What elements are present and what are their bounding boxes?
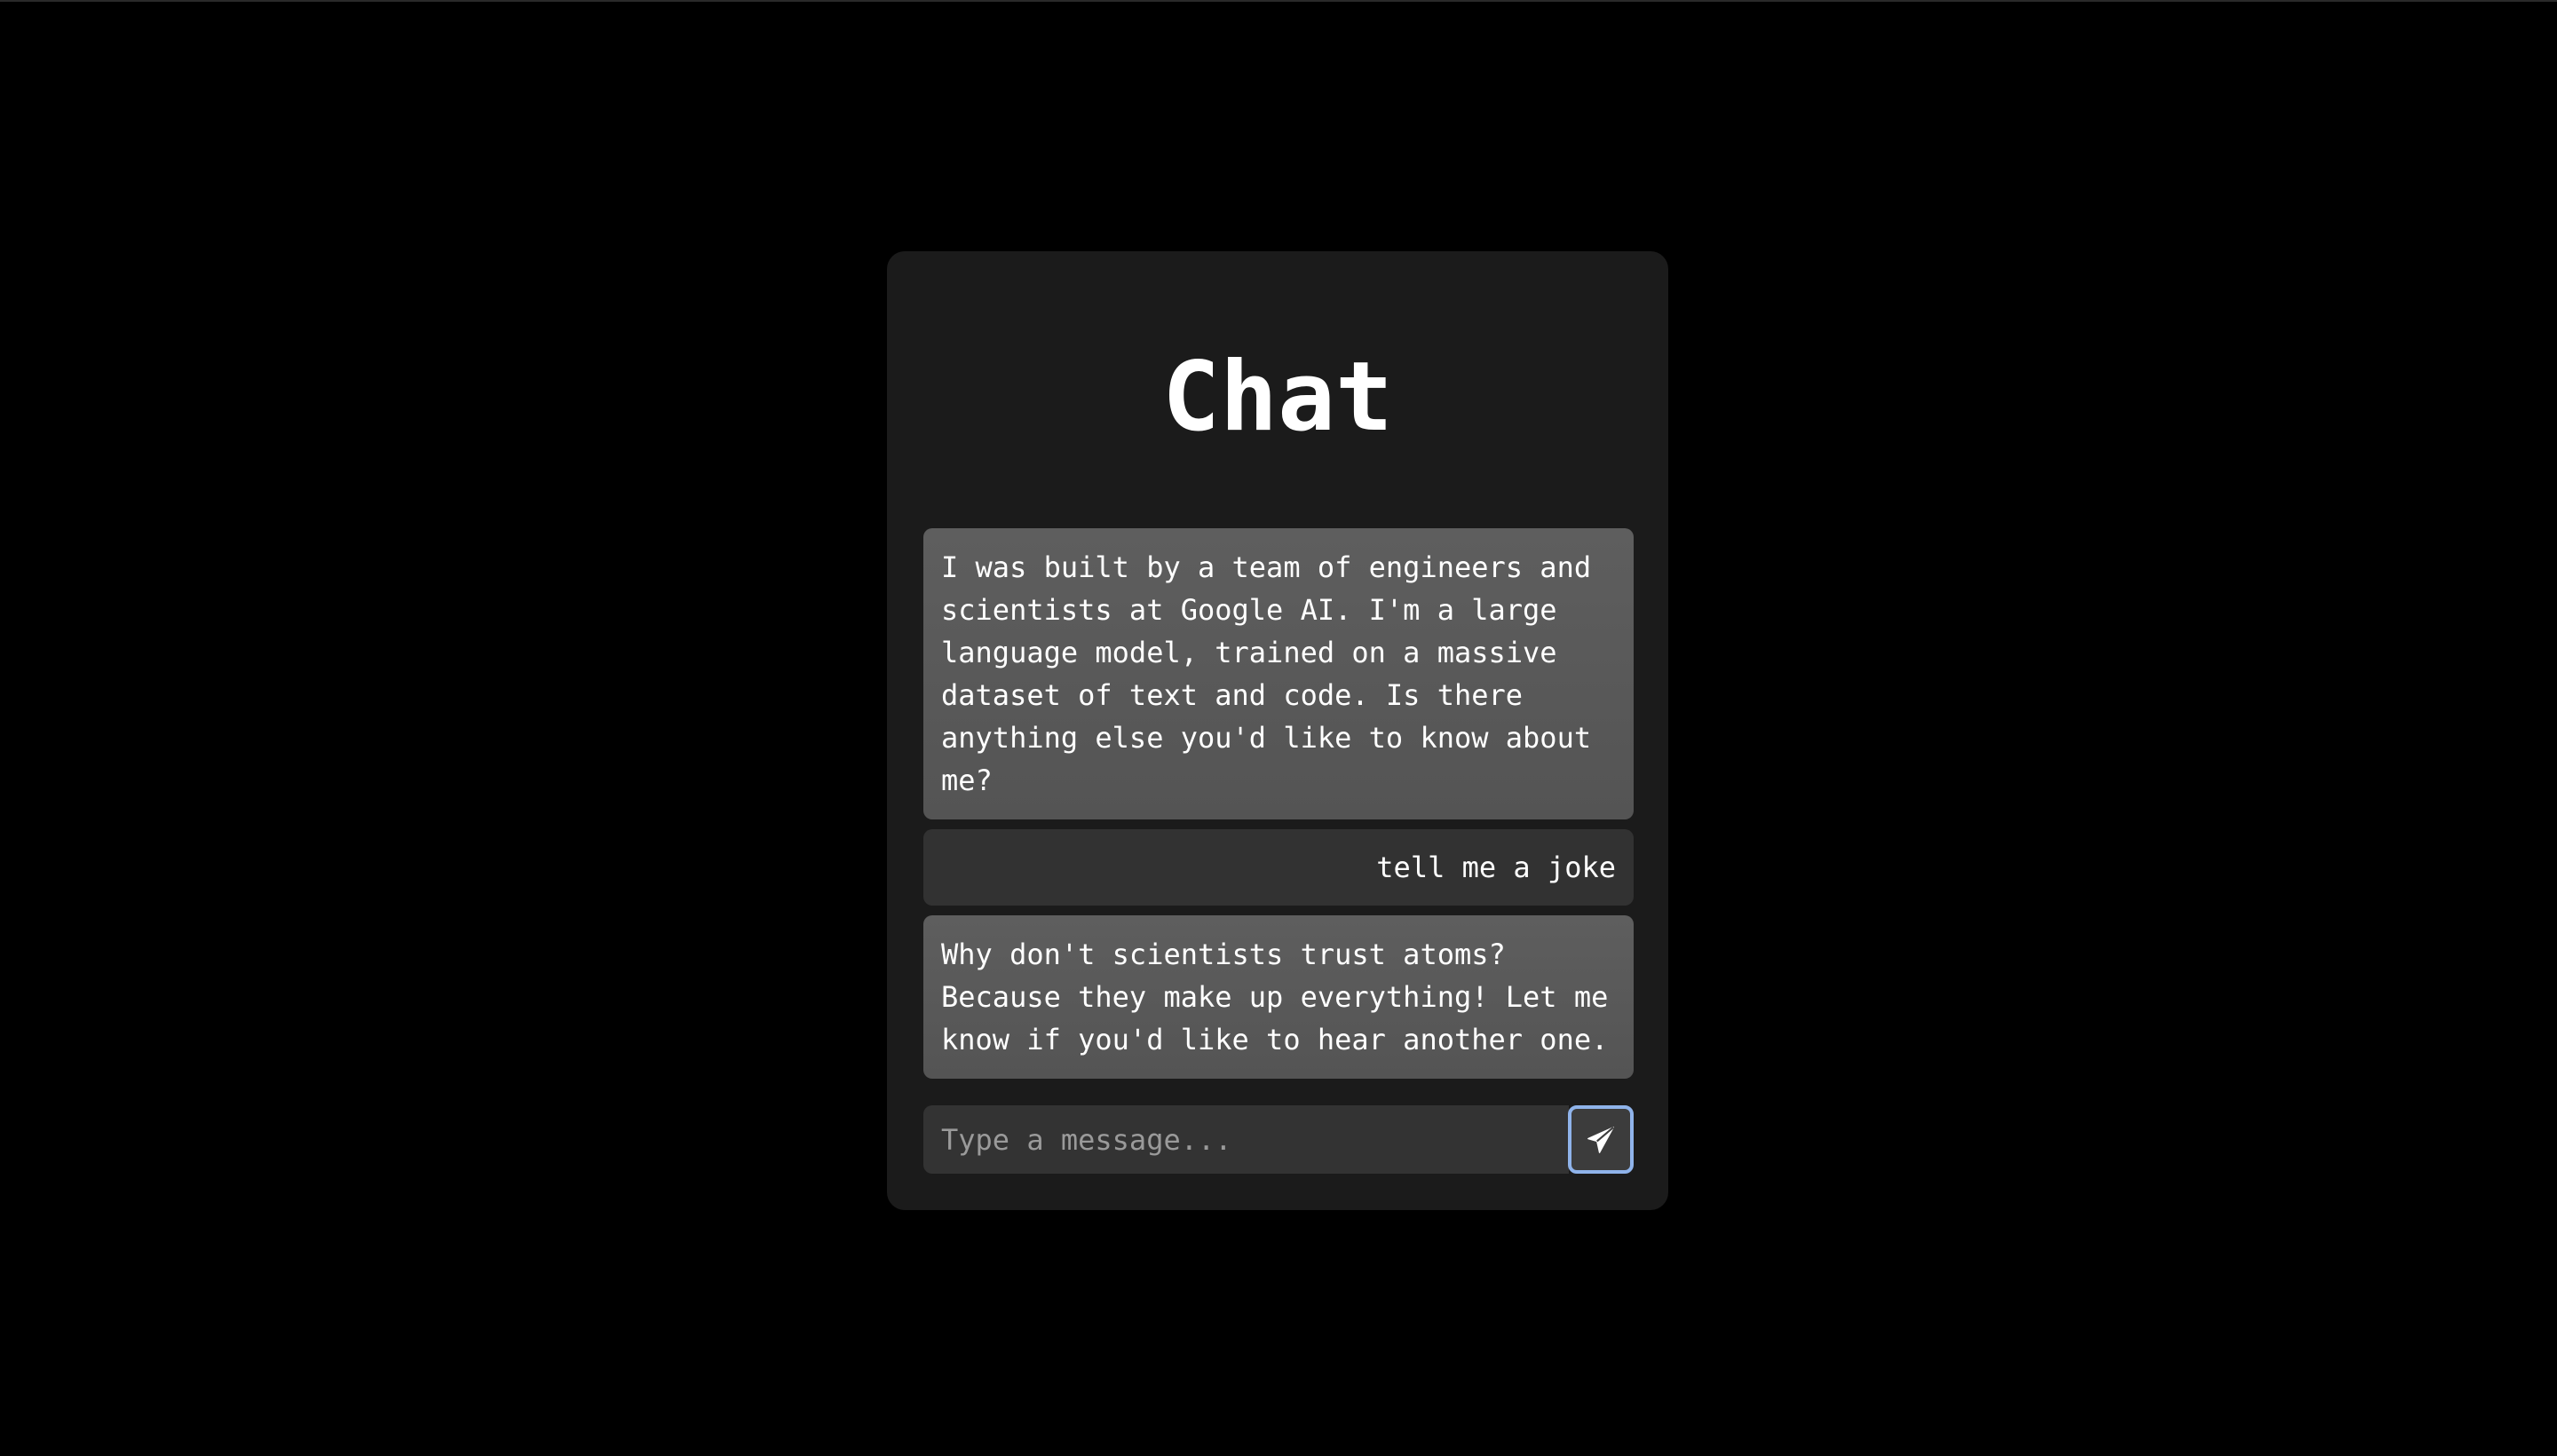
paper-plane-icon <box>1587 1126 1614 1153</box>
message-list: I was built by a team of engineers and s… <box>923 528 1634 1088</box>
message-input[interactable] <box>923 1105 1569 1174</box>
user-message: tell me a joke <box>923 829 1634 906</box>
chat-card: Chat I was built by a team of engineers … <box>887 251 1668 1210</box>
send-button[interactable] <box>1568 1105 1634 1174</box>
bot-message: I was built by a team of engineers and s… <box>923 528 1634 819</box>
bot-message: Why don't scientists trust atoms? Becaus… <box>923 915 1634 1079</box>
page-title: Chat <box>1161 342 1394 453</box>
